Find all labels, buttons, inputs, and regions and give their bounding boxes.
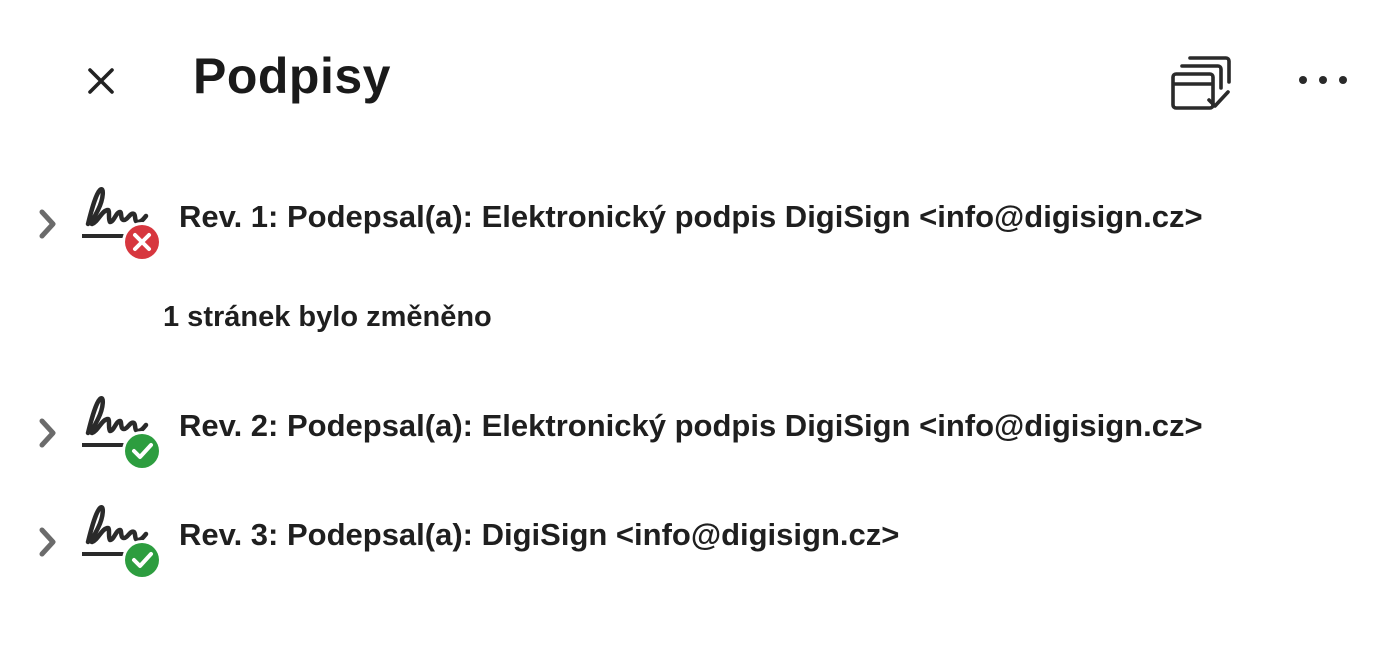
panel-title: Podpisy — [193, 48, 391, 104]
signature-icon — [78, 496, 168, 582]
close-icon — [88, 68, 114, 94]
valid-status-icon — [125, 434, 159, 468]
validate-all-button[interactable] — [1164, 50, 1236, 116]
close-button[interactable] — [76, 56, 126, 106]
signature-label: Rev. 1: Podepsal(a): Elektronický podpis… — [179, 199, 1203, 234]
more-options-button[interactable] — [1292, 58, 1354, 102]
more-options-icon — [1299, 76, 1347, 84]
expand-chevron-icon[interactable] — [34, 204, 62, 244]
signature-icon — [78, 178, 168, 264]
signature-row-rev-3[interactable]: Rev. 3: Podepsal(a): DigiSign <info@digi… — [30, 496, 1370, 586]
modified-pages-note: 1 stránek bylo změněno — [163, 301, 492, 333]
expand-chevron-icon[interactable] — [34, 413, 62, 453]
signature-icon — [78, 387, 168, 473]
valid-status-icon — [125, 543, 159, 577]
panel-header: Podpisy — [0, 0, 1400, 160]
validate-all-signatures-icon — [1171, 56, 1231, 110]
expand-chevron-icon[interactable] — [34, 522, 62, 562]
signature-row-rev-2[interactable]: Rev. 2: Podepsal(a): Elektronický podpis… — [30, 387, 1370, 477]
signature-label: Rev. 2: Podepsal(a): Elektronický podpis… — [179, 408, 1203, 443]
signature-row-rev-1[interactable]: Rev. 1: Podepsal(a): Elektronický podpis… — [30, 178, 1370, 268]
signature-label: Rev. 3: Podepsal(a): DigiSign <info@digi… — [179, 517, 900, 552]
